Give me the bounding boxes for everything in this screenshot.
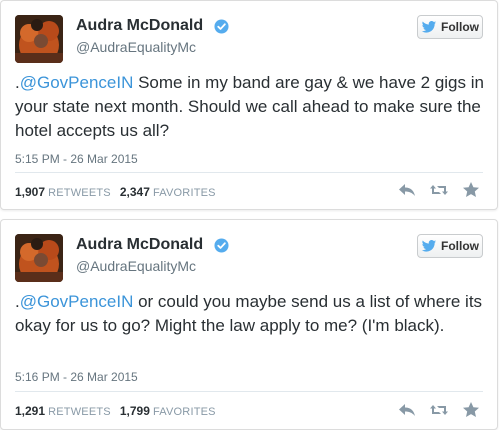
retweets-label: RETWEETS [48, 406, 111, 418]
author-handle[interactable]: @AudraEqualityMc [76, 39, 196, 55]
tweet-card: Audra McDonald @AudraEqualityMc Follow .… [0, 219, 498, 430]
avatar[interactable] [15, 15, 63, 63]
favorites-label: FAVORITES [152, 406, 216, 418]
retweet-icon[interactable] [429, 401, 449, 419]
retweet-icon[interactable] [429, 181, 449, 199]
favorite-star-icon[interactable] [461, 401, 481, 419]
follow-button[interactable]: Follow [417, 15, 483, 39]
reply-icon[interactable] [397, 181, 417, 199]
tweet-actions [397, 181, 481, 199]
author-name[interactable]: Audra McDonald [76, 236, 203, 253]
twitter-bird-icon [421, 20, 437, 33]
favorites-label: FAVORITES [152, 187, 216, 199]
tweet-header: Audra McDonald @AudraEqualityMc Follow [15, 234, 485, 282]
avatar[interactable] [15, 234, 63, 282]
tweet-stats: 1,291 RETWEETS 1,799 FAVORITES [15, 404, 222, 418]
reply-icon[interactable] [397, 401, 417, 419]
mention-link[interactable]: @GovPenceIN [20, 292, 134, 311]
tweet-actions [397, 401, 481, 419]
twitter-bird-icon [421, 239, 437, 252]
favorite-count[interactable]: 1,799 [120, 404, 150, 418]
verified-badge-icon [214, 18, 229, 34]
retweets-label: RETWEETS [48, 187, 111, 199]
tweet-stats: 1,907 RETWEETS 2,347 FAVORITES [15, 185, 222, 199]
timestamp[interactable]: 5:16 PM - 26 Mar 2015 [15, 370, 138, 384]
favorite-count[interactable]: 2,347 [120, 185, 150, 199]
tweet-text: .@GovPenceIN or could you maybe send us … [15, 290, 485, 338]
tweet-header: Audra McDonald @AudraEqualityMc Follow [15, 15, 485, 63]
retweet-count[interactable]: 1,907 [15, 185, 45, 199]
favorite-star-icon[interactable] [461, 181, 481, 199]
follow-label: Follow [441, 239, 479, 253]
author-handle[interactable]: @AudraEqualityMc [76, 258, 196, 274]
mention-link[interactable]: @GovPenceIN [20, 73, 134, 92]
divider [15, 172, 483, 173]
tweet-card: Audra McDonald @AudraEqualityMc Follow .… [0, 0, 498, 210]
timestamp[interactable]: 5:15 PM - 26 Mar 2015 [15, 152, 138, 166]
follow-button[interactable]: Follow [417, 234, 483, 258]
divider [15, 391, 483, 392]
retweet-count[interactable]: 1,291 [15, 404, 45, 418]
follow-label: Follow [441, 20, 479, 34]
author-name[interactable]: Audra McDonald [76, 17, 203, 34]
tweet-text: .@GovPenceIN Some in my band are gay & w… [15, 71, 485, 143]
verified-badge-icon [214, 237, 229, 253]
